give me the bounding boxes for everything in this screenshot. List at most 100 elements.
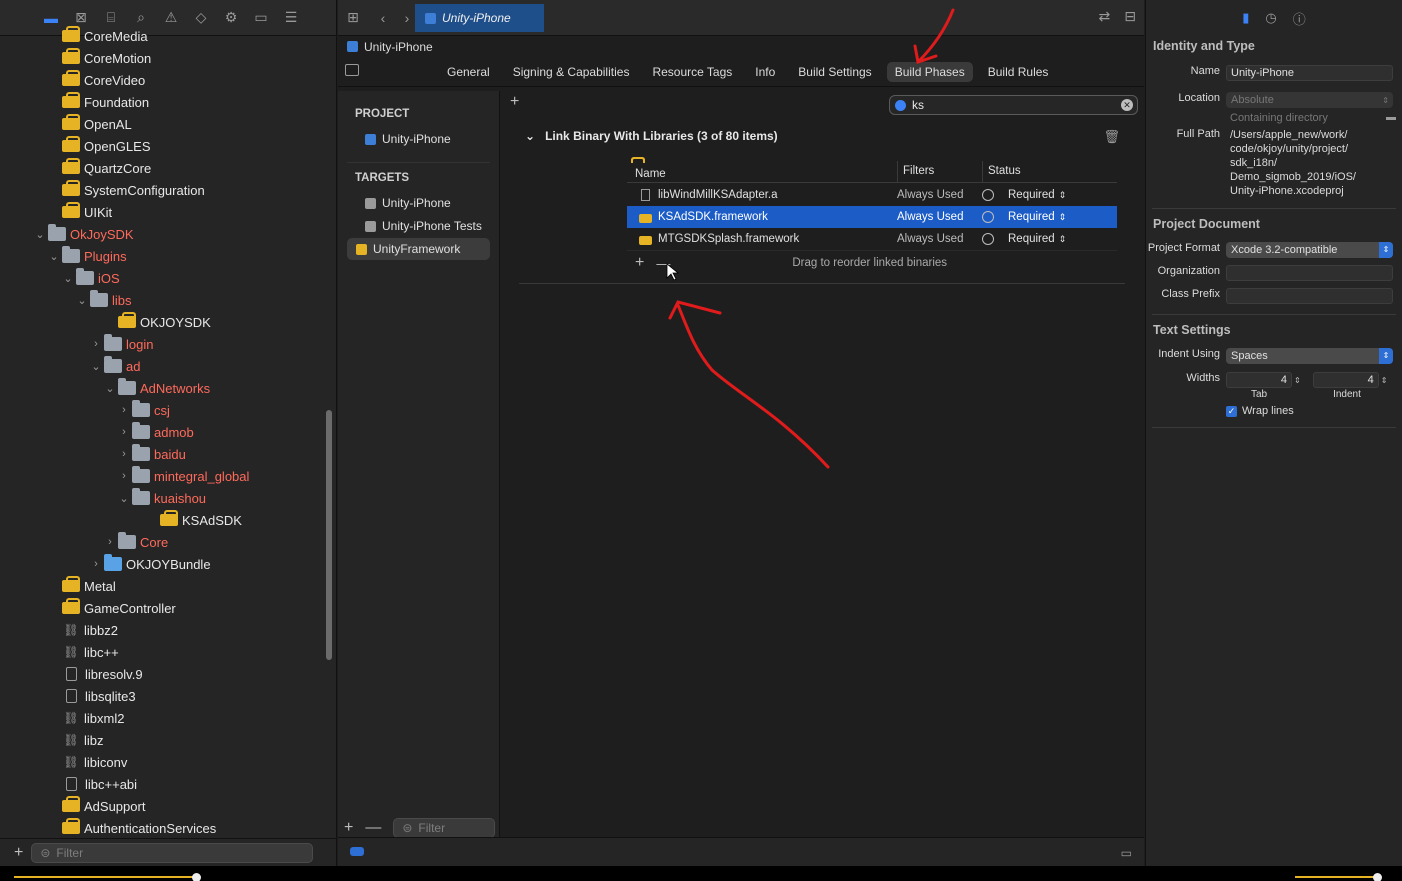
tree-item[interactable]: › OKJOYBundle bbox=[0, 553, 322, 575]
tree-item[interactable]: AuthenticationServices bbox=[0, 817, 322, 839]
tab-general[interactable]: General bbox=[439, 62, 498, 82]
tree-item[interactable]: ⌄ ad bbox=[0, 355, 322, 377]
tree-item[interactable]: libresolv.9 bbox=[0, 663, 322, 685]
indent-width-stepper[interactable]: ⇕ bbox=[1381, 376, 1388, 385]
tree-item[interactable]: ⌄ kuaishou bbox=[0, 487, 322, 509]
debug-area-indicator[interactable] bbox=[350, 847, 364, 856]
jump-bar[interactable]: Unity-iPhone bbox=[338, 36, 1144, 57]
chevron-right-icon[interactable]: › bbox=[118, 404, 130, 416]
targets-filter-field[interactable]: ⊜ Filter bbox=[393, 818, 496, 838]
tree-item[interactable]: ⛓ libxml2 bbox=[0, 707, 322, 729]
tree-item[interactable]: OpenAL bbox=[0, 113, 322, 135]
library-status-cell[interactable]: Required ⇕ bbox=[982, 211, 1117, 223]
tab-build-rules[interactable]: Build Rules bbox=[980, 62, 1057, 82]
tree-item[interactable]: Foundation bbox=[0, 91, 322, 113]
playback-scrubber[interactable] bbox=[192, 873, 201, 881]
toggle-debug-area-icon[interactable]: ▭ bbox=[1121, 846, 1132, 860]
tree-item[interactable]: ⛓ libbz2 bbox=[0, 619, 322, 641]
project-format-popup[interactable]: Xcode 3.2-compatible ⇕ bbox=[1226, 242, 1393, 258]
chevron-down-icon[interactable]: ⌄ bbox=[525, 129, 535, 143]
chevron-down-icon[interactable]: ⌄ bbox=[48, 250, 60, 263]
add-target-icon[interactable]: + bbox=[344, 819, 353, 837]
tree-item[interactable]: › login bbox=[0, 333, 322, 355]
tree-item[interactable]: ⛓ libz bbox=[0, 729, 322, 751]
tree-item[interactable]: › mintegral_global bbox=[0, 465, 322, 487]
tab-build-settings[interactable]: Build Settings bbox=[790, 62, 879, 82]
tree-item[interactable]: OpenGLES bbox=[0, 135, 322, 157]
tree-item[interactable]: UIKit bbox=[0, 201, 322, 223]
tree-item[interactable]: CoreMedia bbox=[0, 25, 322, 47]
tree-item[interactable]: ⛓ libiconv bbox=[0, 751, 322, 773]
file-tab[interactable]: Unity-iPhone bbox=[415, 4, 544, 32]
library-row[interactable]: KSAdSDK.framework Always Used Required ⇕ bbox=[627, 206, 1117, 228]
chevron-down-icon[interactable]: ⌄ bbox=[76, 294, 88, 307]
tree-item[interactable]: AdSupport bbox=[0, 795, 322, 817]
add-library-icon[interactable]: + bbox=[635, 254, 644, 272]
name-field[interactable]: Unity-iPhone bbox=[1226, 65, 1393, 81]
library-row[interactable]: libWindMillKSAdapter.a Always Used Require… bbox=[627, 184, 1117, 206]
playback-progress[interactable] bbox=[14, 876, 196, 878]
platform-filter-icon[interactable] bbox=[982, 189, 994, 201]
wrap-lines-checkbox[interactable]: ✓ bbox=[1226, 405, 1237, 417]
tree-item[interactable]: QuartzCore bbox=[0, 157, 322, 179]
platform-filter-icon[interactable] bbox=[982, 211, 994, 223]
tree-item[interactable]: › baidu bbox=[0, 443, 322, 465]
chevron-down-icon[interactable]: ⌄ bbox=[104, 382, 116, 395]
column-name[interactable]: Name bbox=[627, 161, 897, 182]
tree-item[interactable]: OKJOYSDK bbox=[0, 311, 322, 333]
tree-item[interactable]: ⌄ iOS bbox=[0, 267, 322, 289]
add-icon[interactable]: + bbox=[14, 844, 23, 862]
chevron-right-icon[interactable]: › bbox=[118, 470, 130, 482]
tree-item[interactable]: ⌄ AdNetworks bbox=[0, 377, 322, 399]
chevron-right-icon[interactable]: › bbox=[118, 448, 130, 460]
class-prefix-field[interactable] bbox=[1226, 288, 1393, 304]
column-filters[interactable]: Filters bbox=[897, 161, 982, 182]
column-status[interactable]: Status bbox=[982, 161, 1117, 182]
navigator-filter-field[interactable]: ⊜ Filter bbox=[31, 842, 314, 863]
tree-item[interactable]: Metal bbox=[0, 575, 322, 597]
jump-bar-project[interactable]: Unity-iPhone bbox=[364, 40, 433, 54]
tree-item[interactable]: libc++abi bbox=[0, 773, 322, 795]
volume-knob[interactable] bbox=[1373, 873, 1382, 881]
file-inspector-icon[interactable]: ▮ bbox=[1242, 10, 1249, 26]
back-icon[interactable]: ‹ bbox=[371, 10, 395, 26]
history-icon[interactable]: ◷ bbox=[1265, 10, 1276, 26]
tree-item[interactable]: libsqlite3 bbox=[0, 685, 322, 707]
chevron-down-icon[interactable]: ⌄ bbox=[34, 228, 46, 241]
phase-search-field[interactable]: ks ✕ bbox=[889, 95, 1138, 115]
volume-slider[interactable] bbox=[1295, 876, 1381, 878]
tab-width-stepper[interactable]: ⇕ bbox=[1294, 376, 1301, 385]
library-status-cell[interactable]: Required ⇕ bbox=[982, 233, 1117, 245]
swap-icon[interactable]: ⇄ bbox=[1099, 8, 1111, 25]
location-popup[interactable]: Absolute ⇕ bbox=[1226, 92, 1393, 108]
add-phase-icon[interactable]: + bbox=[510, 93, 519, 111]
remove-library-icon[interactable]: — bbox=[656, 255, 670, 271]
tree-item[interactable]: › admob bbox=[0, 421, 322, 443]
tree-item[interactable]: ⌄ Plugins bbox=[0, 245, 322, 267]
help-icon[interactable]: ⓘ bbox=[1293, 9, 1306, 28]
target-item[interactable]: Unity-iPhone bbox=[347, 192, 490, 214]
tree-item[interactable]: CoreVideo bbox=[0, 69, 322, 91]
tab-resource-tags[interactable]: Resource Tags bbox=[644, 62, 740, 82]
grid-icon[interactable]: ⊞ bbox=[341, 9, 365, 26]
target-item[interactable]: Unity-iPhone Tests bbox=[347, 215, 490, 237]
target-item[interactable]: UnityFramework bbox=[347, 238, 490, 260]
chevron-right-icon[interactable]: › bbox=[90, 558, 102, 570]
remove-target-icon[interactable]: — bbox=[365, 819, 381, 837]
tree-item[interactable]: SystemConfiguration bbox=[0, 179, 322, 201]
chevron-right-icon[interactable]: › bbox=[104, 536, 116, 548]
navigator-scrollbar[interactable] bbox=[326, 410, 332, 660]
link-binary-phase-header[interactable]: ⌄ Link Binary With Libraries (3 of 80 it… bbox=[525, 129, 778, 143]
tab-info[interactable]: Info bbox=[747, 62, 783, 82]
clear-search-icon[interactable]: ✕ bbox=[1121, 99, 1133, 111]
organization-field[interactable] bbox=[1226, 265, 1393, 281]
sidebar-toggle-icon[interactable] bbox=[345, 64, 359, 76]
split-editor-icon[interactable]: ⊟ bbox=[1124, 8, 1136, 25]
chevron-down-icon[interactable]: ⌄ bbox=[118, 492, 130, 505]
platform-filter-icon[interactable] bbox=[982, 233, 994, 245]
library-status-cell[interactable]: Required ⇕ bbox=[982, 189, 1117, 201]
tab-build-phases[interactable]: Build Phases bbox=[886, 62, 973, 82]
tree-item[interactable]: GameController bbox=[0, 597, 322, 619]
project-item[interactable]: Unity-iPhone bbox=[347, 128, 490, 150]
tree-item[interactable]: › Core bbox=[0, 531, 322, 553]
